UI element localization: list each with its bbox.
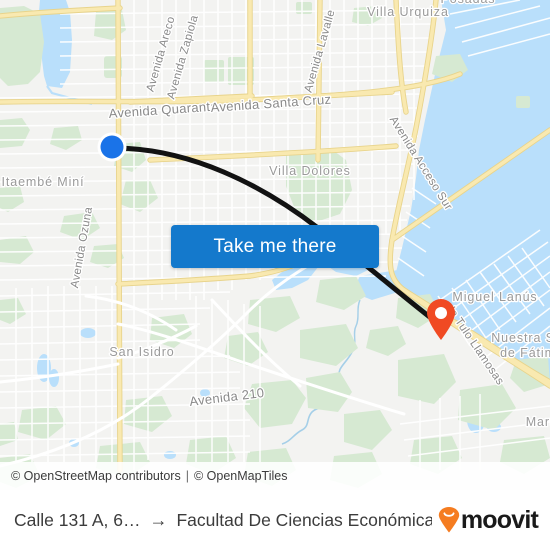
attribution-separator: | (185, 469, 189, 483)
place-label-villa-urquiza: Villa Urquiza (367, 5, 449, 19)
route-destination-label: Facultad De Ciencias Económicas … (176, 509, 432, 530)
moovit-logo[interactable]: moovit (438, 505, 539, 534)
place-label-san-isidro: San Isidro (109, 345, 174, 359)
water-pond-3 (80, 328, 96, 338)
place-label-villa-dolores: Villa Dolores (269, 164, 351, 178)
water-pond-7 (164, 451, 176, 459)
moovit-pin-icon (438, 507, 460, 533)
map-canvas[interactable]: Villa Urquiza Posadas Villa Dolores Itae… (0, 0, 550, 490)
osm-attribution-link[interactable]: © OpenStreetMap contributors (11, 469, 181, 483)
openmaptiles-attribution-link[interactable]: © OpenMapTiles (194, 469, 288, 483)
take-me-there-button[interactable]: Take me there (171, 225, 379, 268)
place-label-mart: Mart (526, 415, 550, 429)
place-label-posadas: Posadas (441, 0, 496, 6)
take-me-there-label: Take me there (213, 235, 337, 257)
place-label-nuestra-senora-2: de Fátim (500, 346, 550, 360)
moovit-route-map-screen: Villa Urquiza Posadas Villa Dolores Itae… (0, 0, 550, 550)
moovit-wordmark: moovit (460, 505, 539, 534)
route-summary[interactable]: Calle 131 A, 6… → Facultad De Ciencias E… (14, 510, 432, 531)
place-label-nuestra-senora-1: Nuestra Se (491, 331, 550, 345)
water-pond-2 (49, 369, 59, 387)
place-label-itaembe-mini: Itaembé Miní (1, 175, 84, 189)
map-attribution-bar: © OpenStreetMap contributors | © OpenMap… (0, 462, 550, 490)
route-origin-label: Calle 131 A, 6… (14, 509, 141, 530)
route-footer: Calle 131 A, 6… → Facultad De Ciencias E… (0, 490, 550, 550)
place-label-miguel-lanus: Miguel Lanús (452, 290, 537, 304)
arrow-right-icon: → (149, 509, 168, 530)
origin-marker[interactable] (97, 132, 127, 162)
